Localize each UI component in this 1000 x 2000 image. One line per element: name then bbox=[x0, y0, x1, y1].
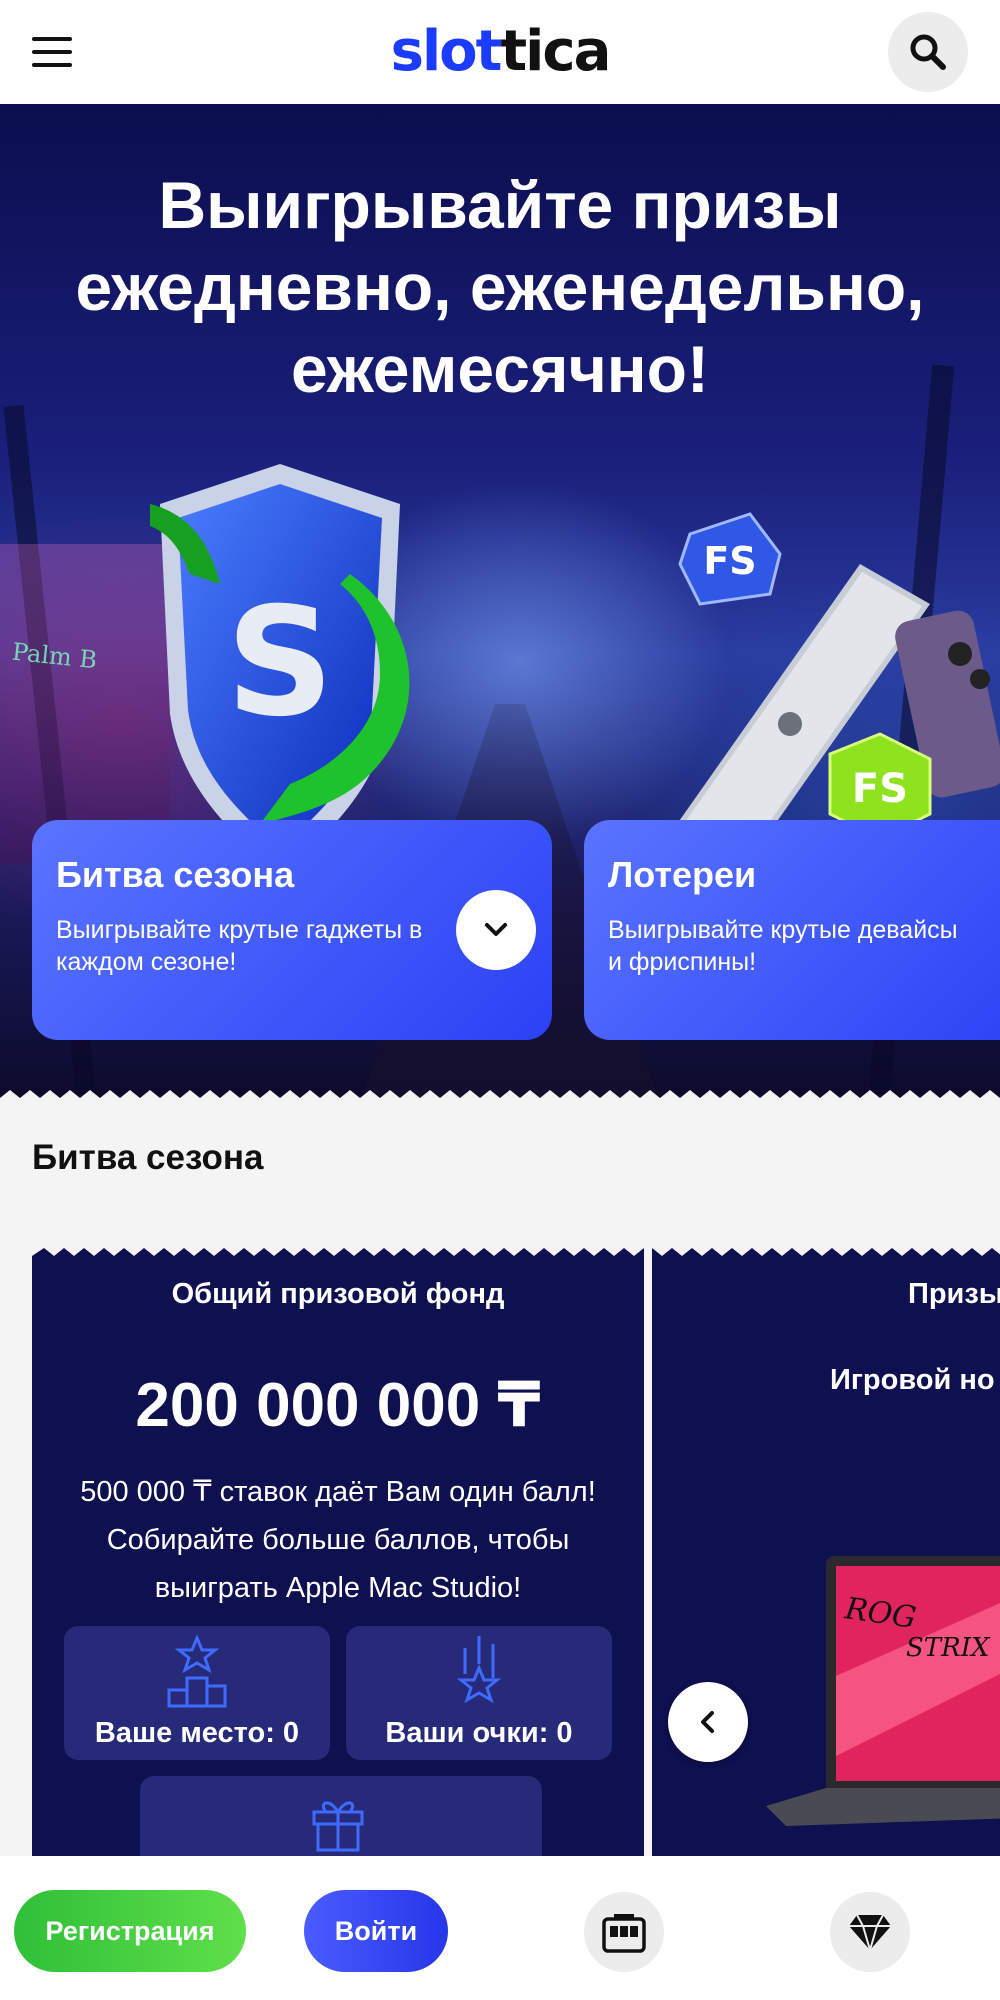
hero-title: Выигрывайте призы ежедневно, еженедельно… bbox=[0, 164, 1000, 410]
hero-title-line-1: Выигрывайте призы bbox=[158, 168, 842, 242]
prizes-illustration: FS FS bbox=[630, 512, 1000, 874]
prizes-heading: Призы bbox=[908, 1278, 1000, 1310]
hero-title-line-2: ежедневно, еженедельно, bbox=[75, 250, 925, 324]
chevron-down-icon bbox=[485, 923, 507, 936]
podium-star-icon bbox=[167, 1634, 227, 1708]
bottom-navigation-bar: Регистрация Войти bbox=[0, 1856, 1000, 2000]
prize-pool-card: Общий призовой фонд 200 000 000 ₸ 500 00… bbox=[32, 1242, 644, 1862]
your-points-stat: Ваши очки: 0 bbox=[346, 1626, 612, 1760]
your-points-label: Ваши очки: 0 bbox=[385, 1717, 573, 1749]
gaming-laptop-image: ROG STRIX bbox=[766, 1556, 1000, 1826]
promo-card-season-battle[interactable]: Битва сезона Выигрывайте крутые гаджеты … bbox=[32, 820, 552, 1040]
gift-icon bbox=[312, 1801, 364, 1852]
search-icon bbox=[910, 34, 946, 70]
slot-machine-icon bbox=[602, 1914, 646, 1953]
top-header: slottica bbox=[0, 0, 1000, 104]
prize-pool-description: 500 000 ₸ ставок даёт Вам один балл! Соб… bbox=[80, 1476, 596, 1604]
diamond-icon bbox=[849, 1914, 891, 1952]
prize-name: Игровой но bbox=[830, 1364, 995, 1396]
register-button[interactable]: Регистрация bbox=[14, 1890, 246, 1972]
section-title: Битва сезона bbox=[32, 1138, 264, 1177]
carousel-prev-button[interactable] bbox=[668, 1682, 748, 1762]
login-button[interactable]: Войти bbox=[304, 1890, 448, 1972]
promo-card-text: Выигрывайте крутые девайсы и фриспины! bbox=[608, 916, 958, 976]
gift-stat bbox=[140, 1776, 542, 1862]
building-decoration bbox=[0, 544, 170, 864]
promo-card-title: Лотереи bbox=[608, 854, 757, 895]
falling-star-icon bbox=[456, 1636, 502, 1704]
card-zigzag-edge bbox=[32, 1242, 644, 1256]
hero-title-line-3: ежемесячно! bbox=[291, 332, 709, 406]
card-zigzag-edge bbox=[652, 1242, 1000, 1256]
logo-part-tica: tica bbox=[500, 19, 611, 84]
shield-letter: S bbox=[226, 576, 334, 750]
strix-logo-text: STRIX bbox=[906, 1633, 991, 1663]
prize-pool-heading: Общий призовой фонд bbox=[171, 1278, 505, 1310]
site-logo[interactable]: slottica bbox=[391, 24, 612, 80]
expand-button[interactable] bbox=[456, 890, 536, 970]
search-button[interactable] bbox=[888, 12, 968, 92]
logo-part-slot: slot bbox=[390, 19, 503, 84]
promo-card-text: Выигрывайте крутые гаджеты в каждом сезо… bbox=[56, 916, 423, 976]
promo-card-title: Битва сезона bbox=[56, 854, 295, 895]
hero-banner: Palm B Выигрывайте призы ежедневно, ежен… bbox=[0, 104, 1000, 1104]
fs-gem-label-1: FS bbox=[703, 539, 756, 583]
slots-button[interactable] bbox=[584, 1892, 664, 1972]
your-place-stat: Ваше место: 0 bbox=[64, 1626, 330, 1760]
promo-card-lotteries[interactable]: Лотереи Выигрывайте крутые девайсы и фри… bbox=[584, 820, 1000, 1040]
fs-gem-label-2: FS bbox=[852, 766, 908, 812]
chevron-left-icon bbox=[701, 1711, 714, 1733]
prize-pool-amount: 200 000 000 ₸ bbox=[135, 1371, 541, 1440]
vip-button[interactable] bbox=[830, 1892, 910, 1972]
hamburger-menu-icon[interactable] bbox=[32, 37, 72, 67]
your-place-label: Ваше место: 0 bbox=[94, 1717, 300, 1749]
hero-zigzag-edge bbox=[0, 1090, 1000, 1106]
